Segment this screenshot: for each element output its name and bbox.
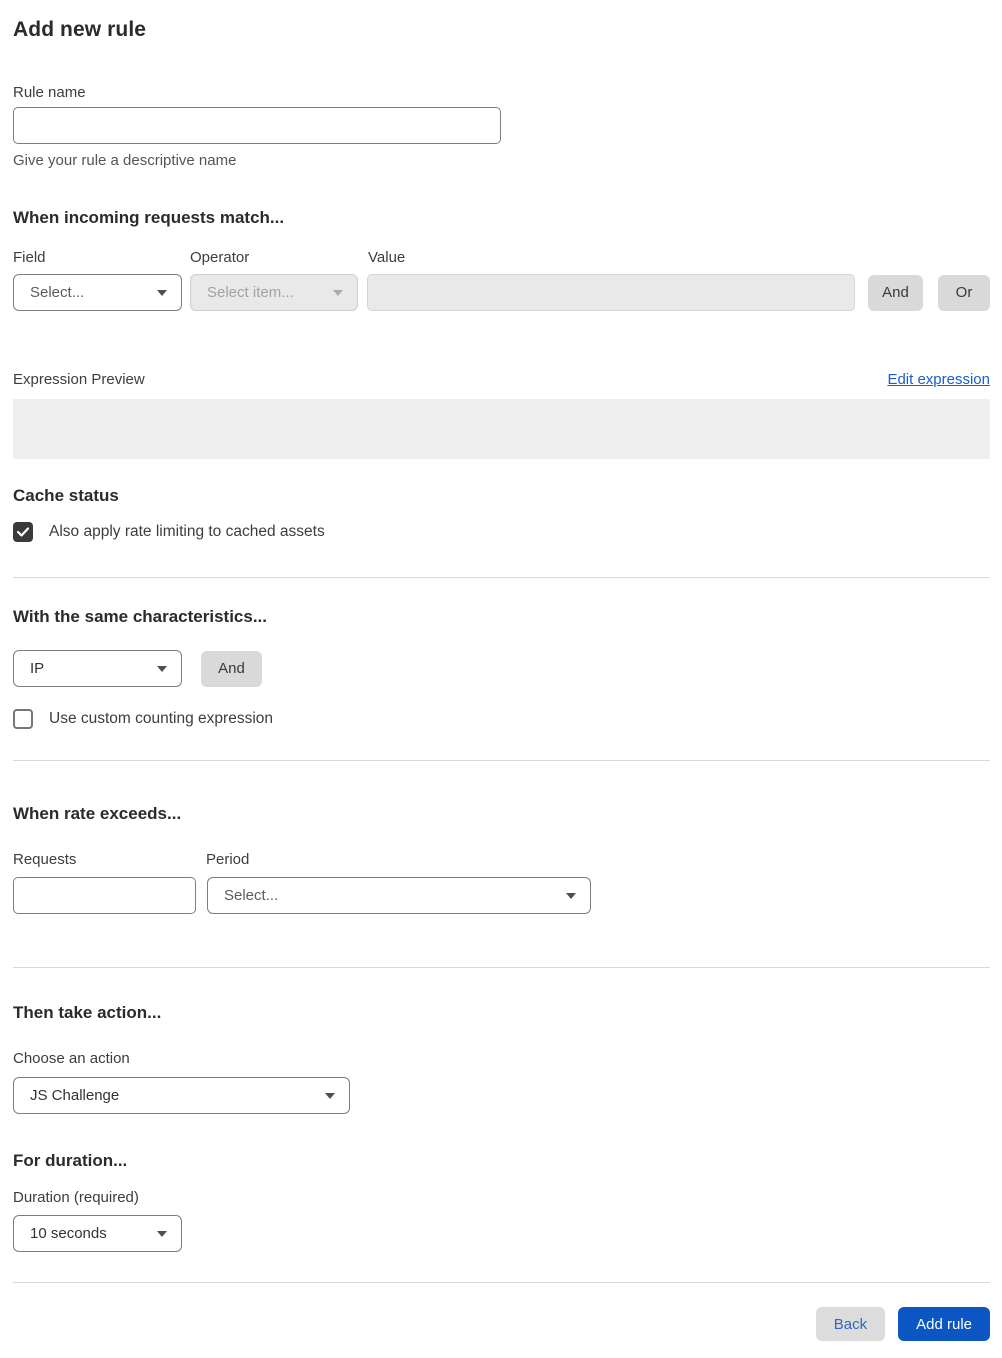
operator-label: Operator bbox=[190, 249, 250, 266]
duration-select-value: 10 seconds bbox=[30, 1225, 107, 1242]
chevron-down-icon bbox=[566, 892, 576, 899]
divider bbox=[13, 1282, 990, 1283]
add-rule-form: Add new rule Rule name Give your rule a … bbox=[0, 18, 1002, 1341]
field-select-value: Select... bbox=[30, 284, 85, 301]
action-select-value: JS Challenge bbox=[30, 1087, 120, 1104]
operator-select[interactable]: Select item... bbox=[190, 274, 358, 311]
value-input[interactable] bbox=[367, 274, 855, 311]
duration-label: Duration (required) bbox=[13, 1189, 139, 1206]
divider bbox=[13, 760, 990, 761]
page-title: Add new rule bbox=[13, 18, 147, 41]
duration-section-heading: For duration... bbox=[13, 1151, 128, 1170]
cached-assets-label: Also apply rate limiting to cached asset… bbox=[49, 523, 325, 540]
characteristic-and-button[interactable]: And bbox=[201, 650, 262, 687]
duration-select[interactable]: 10 seconds bbox=[13, 1215, 182, 1252]
rule-name-helper: Give your rule a descriptive name bbox=[13, 152, 237, 169]
choose-action-label: Choose an action bbox=[13, 1050, 130, 1067]
operator-select-value: Select item... bbox=[207, 284, 294, 301]
or-button[interactable]: Or bbox=[938, 274, 990, 311]
chevron-down-icon bbox=[325, 1092, 335, 1099]
value-label: Value bbox=[368, 249, 406, 266]
cache-section-heading: Cache status bbox=[13, 486, 119, 505]
edit-expression-link[interactable]: Edit expression bbox=[887, 371, 990, 388]
chevron-down-icon bbox=[333, 289, 343, 296]
expression-preview-box bbox=[13, 399, 990, 459]
checkmark-icon bbox=[17, 527, 29, 537]
rule-name-label: Rule name bbox=[13, 84, 86, 101]
match-section-heading: When incoming requests match... bbox=[13, 208, 285, 227]
period-select-value: Select... bbox=[224, 887, 279, 904]
requests-label: Requests bbox=[13, 851, 77, 868]
custom-counting-checkbox[interactable] bbox=[13, 709, 33, 729]
chevron-down-icon bbox=[157, 665, 167, 672]
chevron-down-icon bbox=[157, 1230, 167, 1237]
divider bbox=[13, 577, 990, 578]
back-button[interactable]: Back bbox=[815, 1307, 886, 1341]
add-rule-button[interactable]: Add rule bbox=[898, 1307, 990, 1341]
chevron-down-icon bbox=[157, 289, 167, 296]
requests-input[interactable] bbox=[13, 877, 196, 914]
rule-name-input[interactable] bbox=[13, 107, 501, 144]
characteristics-section-heading: With the same characteristics... bbox=[13, 607, 268, 626]
and-button[interactable]: And bbox=[868, 274, 923, 311]
field-label: Field bbox=[13, 249, 46, 266]
cached-assets-checkbox[interactable] bbox=[13, 522, 33, 542]
field-select[interactable]: Select... bbox=[13, 274, 182, 311]
period-select[interactable]: Select... bbox=[207, 877, 591, 914]
characteristic-select[interactable]: IP bbox=[13, 650, 182, 687]
custom-counting-label: Use custom counting expression bbox=[49, 710, 274, 727]
divider bbox=[13, 967, 990, 968]
rate-section-heading: When rate exceeds... bbox=[13, 804, 182, 823]
expression-preview-label: Expression Preview bbox=[13, 371, 145, 388]
period-label: Period bbox=[206, 851, 250, 868]
action-section-heading: Then take action... bbox=[13, 1003, 162, 1022]
characteristic-select-value: IP bbox=[30, 660, 45, 677]
action-select[interactable]: JS Challenge bbox=[13, 1077, 350, 1114]
